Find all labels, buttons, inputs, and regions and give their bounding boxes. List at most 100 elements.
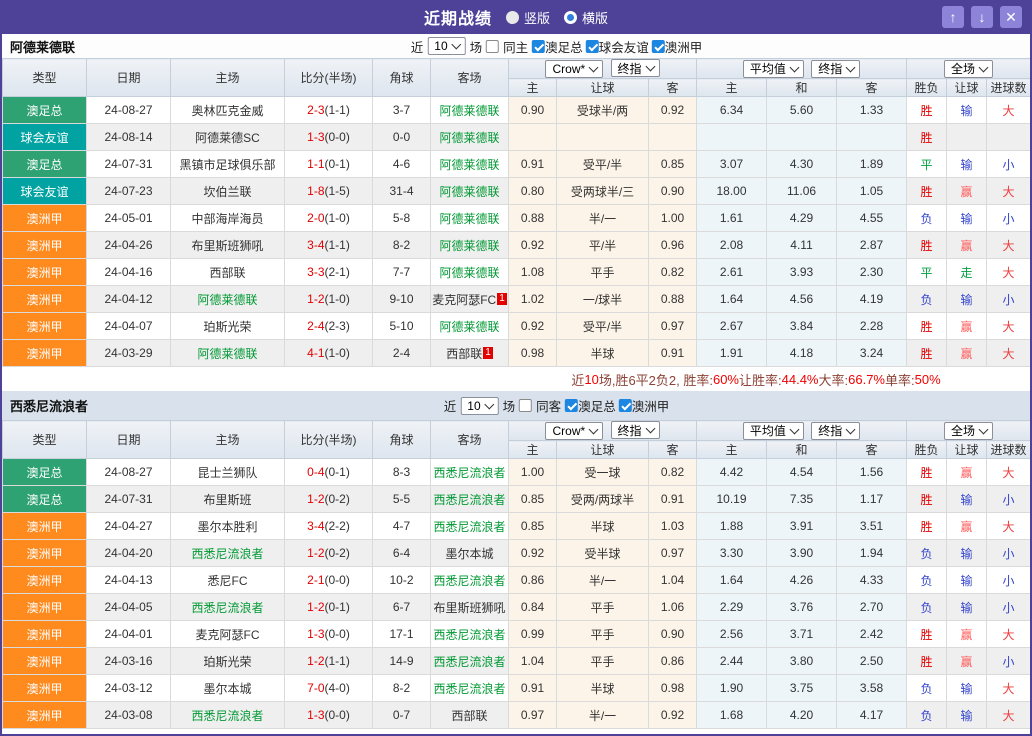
- crow-handicap: 受平/半: [557, 313, 649, 340]
- arrow-up-icon[interactable]: ↑: [942, 6, 964, 28]
- summary-text: 近: [342, 733, 355, 736]
- match-score: 4-1(1-0): [285, 340, 373, 367]
- average-value: 平均值: [750, 60, 786, 77]
- league-checkbox[interactable]: [586, 40, 599, 53]
- crow-home-odds: 0.97: [509, 702, 557, 729]
- league-checkbox[interactable]: [532, 40, 545, 53]
- crow-away-odds: [649, 124, 697, 151]
- radio-icon[interactable]: [506, 11, 519, 24]
- games-label: 场: [503, 396, 516, 415]
- bookmaker-stage-select[interactable]: 终指: [611, 421, 660, 439]
- avg-draw-odds: 3.91: [767, 513, 837, 540]
- bookmaker-select[interactable]: Crow*: [545, 422, 603, 440]
- half-time-score: (2-3): [325, 319, 350, 333]
- view-option-horizontal[interactable]: 横版: [564, 8, 608, 27]
- bookmaker-stage-select[interactable]: 终指: [611, 59, 660, 77]
- avg-draw-odds: 7.35: [767, 486, 837, 513]
- home-team-cell: 珀斯光荣: [171, 313, 285, 340]
- full-time-score: 2-4: [307, 319, 324, 333]
- match-score: 1-3(0-0): [285, 621, 373, 648]
- corner-score: 9-10: [373, 286, 431, 313]
- competition-type-badge: 澳足总: [3, 459, 87, 486]
- team-name: 阿德莱德联: [439, 266, 499, 280]
- col-header-date: 日期: [87, 59, 171, 97]
- avg-away-odds: 3.24: [837, 340, 907, 367]
- radio-icon[interactable]: [564, 11, 577, 24]
- average-select[interactable]: 平均值: [743, 422, 804, 440]
- goals-result-cell: 大: [987, 97, 1031, 124]
- league-checkbox[interactable]: [565, 399, 578, 412]
- same-venue-checkbox[interactable]: [486, 40, 499, 53]
- close-icon[interactable]: ✕: [1000, 6, 1022, 28]
- crow-handicap: 平/半: [557, 232, 649, 259]
- match-count-select[interactable]: 10: [427, 37, 465, 55]
- team-name: 西悉尼流浪者: [433, 493, 505, 507]
- window-title: 近期战绩: [424, 5, 492, 29]
- league-checkbox[interactable]: [619, 399, 632, 412]
- same-venue-checkbox[interactable]: [519, 399, 532, 412]
- match-row: 澳洲甲24-04-01麦克阿瑟FC1-3(0-0)17-1西悉尼流浪者0.99平…: [3, 621, 1031, 648]
- result-cell: 胜: [907, 648, 947, 675]
- crow-away-odds: 0.92: [649, 97, 697, 124]
- summary-stat-value: 10: [584, 372, 598, 387]
- team-name: 西部联: [209, 266, 245, 280]
- crow-home-odds: 1.04: [509, 648, 557, 675]
- scope-select[interactable]: 全场: [944, 422, 993, 440]
- crow-handicap: 半/一: [557, 567, 649, 594]
- avg-draw-odds: 4.54: [767, 459, 837, 486]
- competition-type-badge: 澳洲甲: [3, 340, 87, 367]
- half-time-score: (0-2): [325, 492, 350, 506]
- crow-handicap: 受半球: [557, 540, 649, 567]
- corner-score: 2-4: [373, 340, 431, 367]
- match-date: 24-08-14: [87, 124, 171, 151]
- away-team-cell: 墨尔本城: [431, 540, 509, 567]
- competition-type-badge: 澳足总: [3, 486, 87, 513]
- bookmaker-select[interactable]: Crow*: [545, 60, 603, 78]
- result-cell: 胜: [907, 340, 947, 367]
- team-name: 阿德莱德联: [439, 239, 499, 253]
- avg-away-odds: 2.42: [837, 621, 907, 648]
- average-stage-select[interactable]: 终指: [811, 422, 860, 440]
- handicap-result-cell: 输: [947, 97, 987, 124]
- average-stage-select[interactable]: 终指: [811, 60, 860, 78]
- match-score: 7-0(4-0): [285, 675, 373, 702]
- scope-select[interactable]: 全场: [944, 60, 993, 78]
- league-label: 球会友谊: [599, 37, 649, 56]
- crow-handicap: 一/球半: [557, 286, 649, 313]
- home-team-cell: 西悉尼流浪者: [171, 594, 285, 621]
- competition-type-badge: 澳洲甲: [3, 205, 87, 232]
- match-count-select[interactable]: 10: [460, 397, 498, 415]
- crow-away-odds: 0.97: [649, 540, 697, 567]
- avg-home-odds: 2.44: [697, 648, 767, 675]
- result-cell: 负: [907, 567, 947, 594]
- crow-handicap: 平手: [557, 259, 649, 286]
- home-team-cell: 布里斯班: [171, 486, 285, 513]
- chevron-down-icon: [589, 424, 599, 434]
- away-team-cell: 阿德莱德联: [431, 205, 509, 232]
- league-checkbox[interactable]: [652, 40, 665, 53]
- full-time-score: 4-1: [307, 346, 324, 360]
- average-select[interactable]: 平均值: [743, 60, 804, 78]
- summary-text: 让胜率:: [739, 370, 782, 389]
- home-team-cell: 悉尼FC: [171, 567, 285, 594]
- half-time-score: (0-0): [325, 627, 350, 641]
- crow-away-odds: 0.82: [649, 459, 697, 486]
- corner-score: 8-3: [373, 459, 431, 486]
- goals-result-cell: 大: [987, 259, 1031, 286]
- col-header-hcp-result: 让球: [947, 79, 987, 97]
- match-count-value: 10: [467, 399, 480, 413]
- team-name: 西部联: [446, 347, 482, 361]
- avg-away-odds: 4.17: [837, 702, 907, 729]
- avg-away-odds: 2.87: [837, 232, 907, 259]
- col-header-corner: 角球: [373, 421, 431, 459]
- arrow-down-icon[interactable]: ↓: [971, 6, 993, 28]
- match-date: 24-07-31: [87, 486, 171, 513]
- scope-value: 全场: [951, 60, 975, 77]
- summary-text: 场,胜5平0负5, 胜率:: [370, 733, 484, 736]
- competition-type-badge: 澳洲甲: [3, 648, 87, 675]
- full-time-score: 2-0: [307, 211, 324, 225]
- half-time-score: (0-1): [325, 465, 350, 479]
- result-cell: 胜: [907, 313, 947, 340]
- col-header-home: 主场: [171, 421, 285, 459]
- view-option-vertical[interactable]: 竖版: [506, 8, 550, 27]
